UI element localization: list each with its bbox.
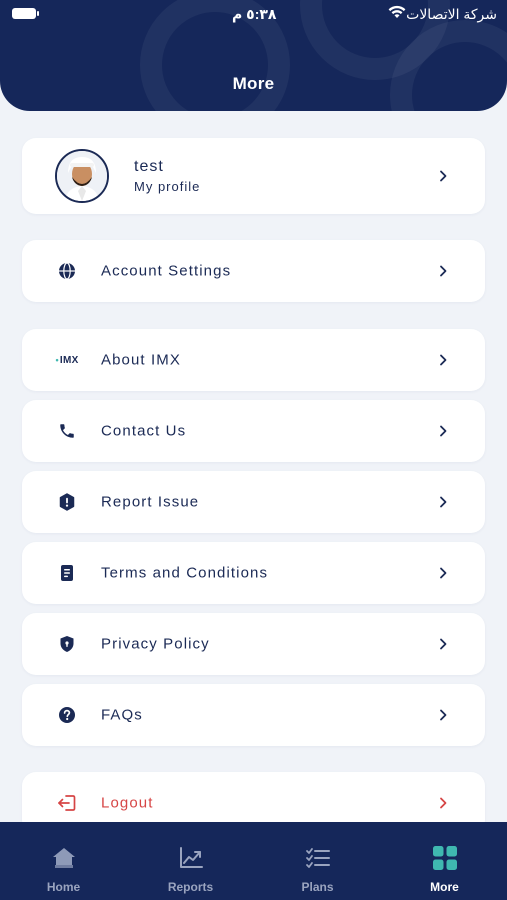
menu-item-terms[interactable]: Terms and Conditions bbox=[22, 542, 485, 604]
tab-label: More bbox=[430, 880, 459, 894]
tab-more[interactable]: More bbox=[381, 822, 507, 900]
profile-name: test bbox=[134, 158, 164, 175]
chevron-right-icon bbox=[440, 638, 447, 650]
tab-label: Plans bbox=[301, 880, 334, 894]
document-icon bbox=[56, 562, 78, 584]
logout-label: Logout bbox=[101, 794, 154, 812]
menu-item-label: FAQs bbox=[101, 706, 143, 724]
globe-icon bbox=[56, 260, 78, 282]
menu-item-report[interactable]: Report Issue bbox=[22, 471, 485, 533]
tab-label: Home bbox=[46, 880, 81, 894]
chevron-right-icon bbox=[440, 265, 447, 277]
alert-icon bbox=[56, 491, 78, 513]
shield-icon bbox=[56, 633, 78, 655]
chevron-right-icon bbox=[440, 496, 447, 508]
menu-item-label: About IMX bbox=[101, 351, 181, 369]
menu-item-label: Privacy Policy bbox=[101, 635, 210, 653]
question-icon bbox=[56, 704, 78, 726]
profile-card[interactable]: test My profile bbox=[22, 138, 485, 214]
battery-icon bbox=[12, 8, 39, 19]
menu-item-faqs[interactable]: FAQs bbox=[22, 684, 485, 746]
chevron-right-icon bbox=[440, 709, 447, 721]
avatar bbox=[55, 149, 109, 203]
chart-icon bbox=[177, 844, 205, 872]
imx-logo-mark: • bbox=[55, 355, 59, 365]
menu-item-label: Terms and Conditions bbox=[101, 564, 269, 582]
menu-item-label: Report Issue bbox=[101, 493, 200, 511]
checklist-icon bbox=[304, 844, 332, 872]
chevron-right-icon bbox=[440, 354, 447, 366]
menu-item-about[interactable]: • IMX About IMX bbox=[22, 329, 485, 391]
tab-home[interactable]: Home bbox=[0, 822, 127, 900]
menu-item-privacy[interactable]: Privacy Policy bbox=[22, 613, 485, 675]
menu-item-contact[interactable]: Contact Us bbox=[22, 400, 485, 462]
tab-plans[interactable]: Plans bbox=[254, 822, 381, 900]
menu-item-label: Account Settings bbox=[101, 262, 232, 280]
menu-item-label: Contact Us bbox=[101, 422, 187, 440]
imx-logo-icon: • IMX bbox=[55, 349, 79, 371]
imx-logo-text: IMX bbox=[59, 354, 79, 366]
logout-icon bbox=[56, 792, 78, 814]
tab-bar: Home Reports Plans More bbox=[0, 822, 507, 900]
carrier-name: شركة الاتصالات bbox=[406, 6, 497, 22]
wifi-icon bbox=[388, 5, 406, 18]
phone-icon bbox=[56, 420, 78, 442]
home-icon bbox=[50, 844, 78, 872]
tab-label: Reports bbox=[167, 880, 214, 894]
profile-subtitle: My profile bbox=[134, 179, 201, 194]
status-time: ٥:٣٨ م bbox=[232, 6, 277, 22]
header: ٥:٣٨ م شركة الاتصالات More bbox=[0, 0, 507, 111]
grid-icon bbox=[431, 844, 459, 872]
tab-reports[interactable]: Reports bbox=[127, 822, 254, 900]
page-title: More bbox=[232, 74, 275, 93]
status-bar: ٥:٣٨ م شركة الاتصالات bbox=[0, 0, 507, 30]
chevron-right-icon bbox=[440, 797, 447, 809]
menu-item-account-settings[interactable]: Account Settings bbox=[22, 240, 485, 302]
chevron-right-icon bbox=[440, 170, 447, 182]
chevron-right-icon bbox=[440, 567, 447, 579]
chevron-right-icon bbox=[440, 425, 447, 437]
